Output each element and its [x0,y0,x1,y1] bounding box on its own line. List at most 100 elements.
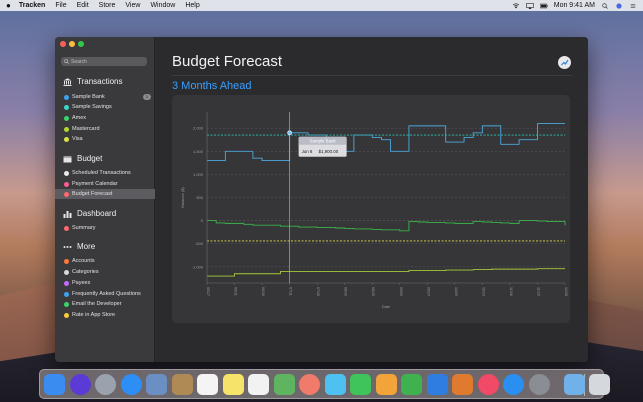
messages-icon[interactable] [324,374,346,395]
search-field[interactable]: Search [61,57,147,66]
sidebar-item-label: Payment Calendar [72,181,118,187]
main-content: Budget Forecast 3 Months Ahead 2,000 1,50… [155,37,588,362]
hover-point [287,130,292,136]
facetime-icon[interactable] [350,374,371,395]
account-color-dot [64,94,69,100]
sidebar-item-sample-bank[interactable]: Sample Bank 1 [64,92,154,102]
menu-help[interactable]: Help [185,2,199,9]
sidebar-item-payees[interactable]: Payees [64,278,154,288]
y-tick-label: 2,000 [193,126,204,131]
count-badge: 1 [143,94,151,100]
sidebar-item-categories[interactable]: Categories [64,267,154,277]
calendar-small-icon [64,181,69,187]
menu-bar: ● Tracken File Edit Store View Window He… [0,0,643,11]
y-tick-label: 1,000 [193,172,204,177]
numbers-icon[interactable] [401,374,422,395]
x-tick-label: 07/26 [316,287,320,296]
share-button[interactable] [558,56,571,69]
minimize-window-button[interactable] [69,41,75,47]
section-transactions: Transactions [63,77,123,86]
menu-window[interactable]: Window [150,2,175,9]
pages-icon[interactable] [375,374,397,395]
menu-store[interactable]: Store [99,2,116,9]
section-title: Dashboard [77,209,117,218]
sidebar-item-label: Payees [72,280,91,286]
tooltip-value: $1,900.00 [319,149,339,154]
sidebar-item-label: Rate in App Store [72,312,116,318]
x-tick-label: 06/26 [261,287,265,296]
sidebar-item-payment-calendar[interactable]: Payment Calendar [64,179,154,189]
safari-icon[interactable] [120,374,142,395]
menu-clock[interactable]: Mon 9:41 AM [554,2,595,9]
sidebar-item-faq[interactable]: Frequently Asked Questions [64,289,154,299]
photo-preview-icon[interactable] [146,374,167,395]
sidebar-item-label: Visa [72,136,83,142]
x-axis-title: Date [382,304,391,309]
y-tick-label: -1,000 [192,264,204,269]
account-color-dot [64,126,69,132]
siri-icon[interactable] [69,374,91,395]
sidebar-item-scheduled-transactions[interactable]: Scheduled Transactions [64,168,154,178]
finder-icon[interactable] [44,374,65,395]
sidebar-item-mastercard[interactable]: Mastercard [64,124,154,134]
x-tick-label: 10/24 [481,287,485,296]
bank-icon [63,77,72,86]
trash-icon[interactable] [589,374,610,395]
launchpad-icon[interactable] [95,374,116,395]
menu-file[interactable]: File [55,2,66,9]
music-icon[interactable] [477,374,499,395]
sidebar-item-label: Mastercard [72,126,100,132]
sidebar-item-sample-savings[interactable]: Sample Savings [64,102,154,112]
tracken-icon[interactable] [452,374,473,395]
x-tick-label: 08/25 [371,287,375,296]
y-tick-label: 500 [196,195,203,200]
sidebar-item-budget-forecast[interactable]: Budget Forecast [55,189,155,199]
y-tick-label: 1,500 [193,149,204,154]
y-axis-title: Balance ($) [180,187,185,208]
accounts-icon [64,258,69,264]
sidebar-item-summary[interactable]: Summary [64,223,154,233]
maps-icon[interactable] [273,374,295,395]
sidebar-item-email-developer[interactable]: Email the Developer [64,299,154,309]
ellipsis-icon [63,245,72,248]
sidebar-item-visa[interactable]: Visa [64,134,154,144]
zoom-window-button[interactable] [78,41,84,47]
calendar-icon [63,155,72,162]
sidebar-item-amex[interactable]: Amex [64,113,154,123]
close-window-button[interactable] [60,41,66,47]
faq-icon [64,291,69,297]
system-preferences-icon[interactable] [528,374,550,395]
menu-edit[interactable]: Edit [77,2,89,9]
menu-app-name[interactable]: Tracken [19,2,45,9]
search-icon[interactable] [601,2,609,9]
x-tick-label: 11/23 [536,287,540,296]
account-color-dot [64,104,69,110]
sidebar-item-accounts[interactable]: Accounts [64,256,154,266]
keynote-icon[interactable] [426,374,448,395]
section-title: Budget [77,154,103,163]
photos-icon[interactable] [299,374,320,395]
schedule-icon [64,170,69,176]
notes-icon[interactable] [222,374,244,395]
x-tick-label: 08/10 [344,287,348,296]
menu-view[interactable]: View [125,2,140,9]
sidebar-item-rate-app-store[interactable]: Rate in App Store [64,310,154,320]
battery-icon[interactable] [539,3,548,9]
forecast-chart[interactable]: 2,000 1,500 1,000 500 0 -500 -1,000 05/27 06/11 0… [172,95,570,323]
wifi-icon[interactable] [512,2,520,9]
reminders-icon[interactable] [248,374,269,395]
notification-center-icon[interactable] [629,3,637,9]
sidebar-item-label: Accounts [72,258,95,264]
account-color-dot [64,115,69,121]
app-store-icon[interactable] [503,374,524,395]
airplay-icon[interactable] [525,2,534,9]
calendar-icon[interactable] [197,374,218,395]
apple-menu-icon[interactable]: ● [6,1,11,10]
chart-svg[interactable]: 2,000 1,500 1,000 500 0 -500 -1,000 05/27 06/11 0… [172,95,570,323]
y-tick-label: 0 [201,218,204,223]
contacts-icon[interactable] [171,374,193,395]
star-icon [64,312,69,318]
x-tick-label: 09/24 [426,287,430,296]
siri-menubar-icon[interactable] [615,2,623,9]
downloads-folder-icon[interactable] [564,374,585,395]
